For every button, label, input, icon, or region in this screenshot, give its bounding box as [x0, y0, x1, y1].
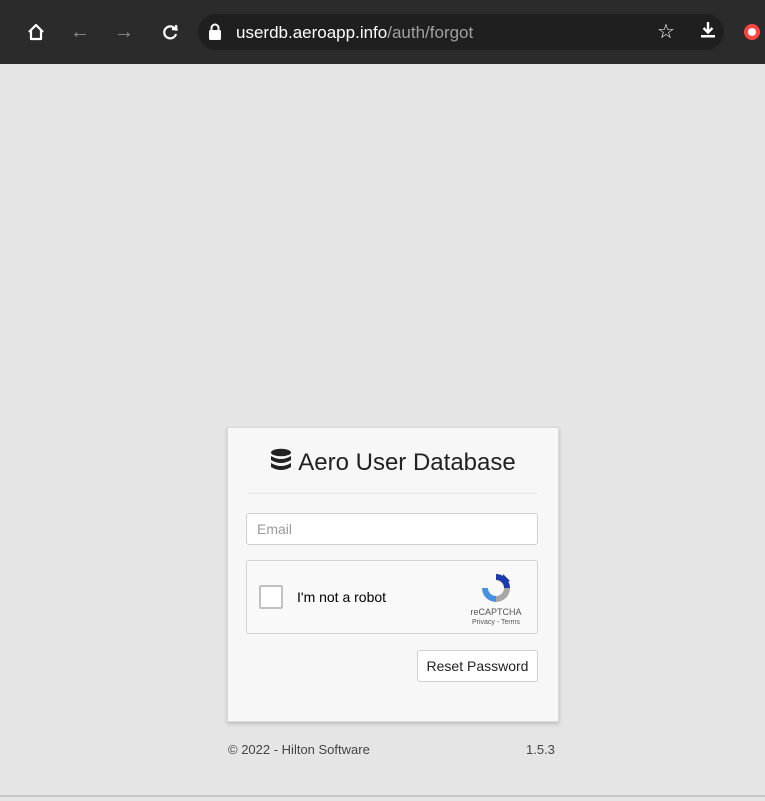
recaptcha-widget: I'm not a robot reCAPTCHA Privacy - Term… [246, 560, 538, 634]
home-icon[interactable] [26, 22, 46, 42]
footer-copyright: © 2022 - Hilton Software [228, 742, 370, 757]
recaptcha-label: I'm not a robot [297, 589, 387, 605]
download-icon[interactable] [696, 20, 720, 44]
recaptcha-brand: reCAPTCHA [470, 607, 522, 617]
recaptcha-logo-icon [479, 571, 513, 605]
divider [248, 493, 538, 494]
recaptcha-privacy-terms[interactable]: Privacy - Terms [463, 619, 529, 626]
browser-toolbar: ← → userdb.aeroapp.info/auth/forgot ☆ [0, 0, 765, 64]
url-path: /auth/forgot [387, 23, 474, 42]
email-field[interactable] [246, 513, 538, 545]
recaptcha-checkbox[interactable] [259, 585, 283, 609]
url-text[interactable]: userdb.aeroapp.info/auth/forgot [236, 23, 473, 43]
lock-icon [208, 23, 222, 41]
footer-version: 1.5.3 [526, 742, 555, 757]
page-title: Aero User Database [228, 448, 558, 478]
forward-icon[interactable]: → [114, 22, 134, 42]
extension-icon[interactable] [744, 24, 760, 40]
address-bar[interactable]: userdb.aeroapp.info/auth/forgot [198, 14, 724, 50]
reset-password-button[interactable]: Reset Password [417, 650, 538, 682]
url-host: userdb.aeroapp.info [236, 23, 388, 42]
star-icon[interactable]: ☆ [654, 20, 678, 44]
card-title-text: Aero User Database [298, 449, 516, 476]
reload-icon[interactable] [160, 22, 180, 42]
reset-password-card: Aero User Database I'm not a robot reCAP… [227, 427, 559, 722]
database-icon [270, 448, 292, 482]
bottom-divider [0, 795, 765, 797]
back-icon[interactable]: ← [70, 22, 90, 42]
